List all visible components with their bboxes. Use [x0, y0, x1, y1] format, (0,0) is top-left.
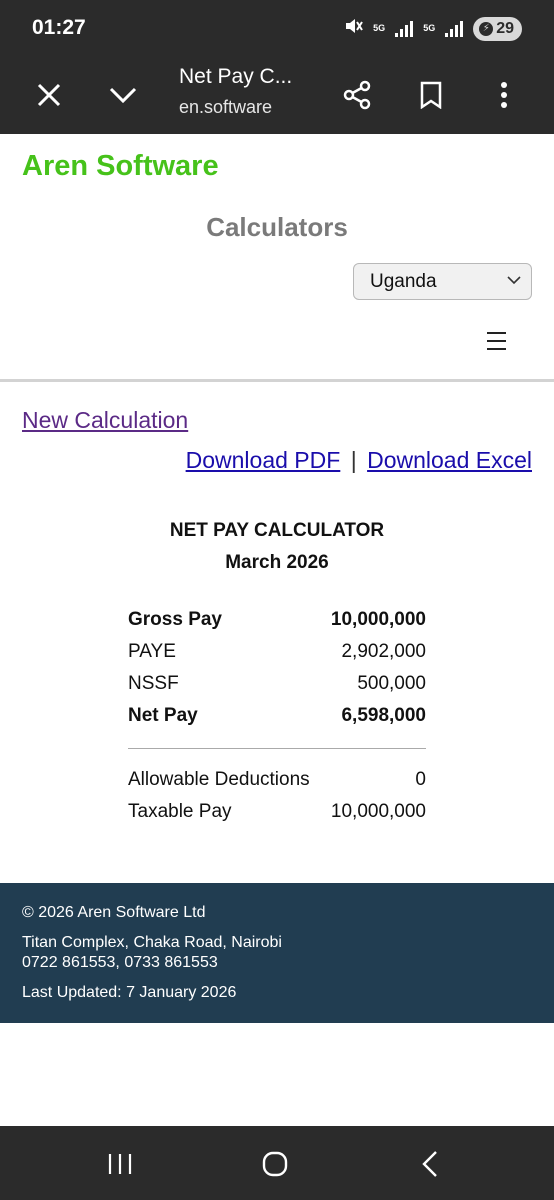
chevron-down-icon — [109, 87, 137, 104]
table-row: NSSF 500,000 — [128, 668, 426, 700]
table-row: Net Pay 6,598,000 — [128, 700, 426, 732]
page-tab-title: Net Pay C... — [179, 65, 293, 88]
row-label: Gross Pay — [128, 609, 222, 630]
back-icon — [422, 1151, 437, 1177]
system-nav-bar — [0, 1126, 554, 1200]
footer-last-updated: Last Updated: 7 January 2026 — [22, 984, 237, 1001]
pay-details: Allowable Deductions 0 Taxable Pay 10,00… — [128, 764, 426, 828]
row-label: PAYE — [128, 641, 176, 662]
status-icons: 5G 5G ⚡ 29 — [343, 16, 522, 41]
hamburger-icon — [487, 332, 509, 350]
network-type-2: 5G — [423, 23, 436, 33]
country-select-value: Uganda — [370, 270, 437, 292]
footer-address: Titan Complex, Chaka Road, Nairobi — [22, 934, 282, 951]
browser-toolbar: Net Pay C... en.software — [0, 56, 554, 134]
share-button[interactable] — [335, 73, 379, 117]
table-row: Allowable Deductions 0 — [128, 764, 426, 796]
signal-icon — [395, 20, 414, 37]
header-divider — [0, 379, 554, 382]
row-label: Net Pay — [128, 705, 198, 726]
row-value: 10,000,000 — [330, 801, 426, 822]
share-icon — [343, 80, 371, 110]
battery-saver-icon: ⚡ — [479, 21, 494, 36]
link-separator: | — [350, 447, 357, 473]
recent-apps-button[interactable] — [98, 1142, 142, 1186]
back-button[interactable] — [408, 1142, 452, 1186]
table-row: PAYE 2,902,000 — [128, 636, 426, 668]
row-value: 500,000 — [357, 673, 426, 694]
mute-icon — [343, 16, 364, 41]
table-row: Gross Pay 10,000,000 — [128, 604, 426, 636]
chevron-down-icon — [507, 276, 521, 285]
status-bar: 01:27 5G 5G ⚡ 29 — [0, 0, 554, 56]
row-value: 0 — [415, 769, 426, 790]
row-label: Allowable Deductions — [128, 769, 310, 790]
page-url: en.software — [179, 97, 273, 117]
table-row: Taxable Pay 10,000,000 — [128, 796, 426, 828]
home-button[interactable] — [253, 1142, 297, 1186]
menu-button[interactable] — [487, 332, 509, 352]
report-title: NET PAY CALCULATOR — [169, 520, 385, 541]
row-value: 6,598,000 — [341, 705, 426, 726]
site-footer: © 2026 Aren Software Ltd Titan Complex, … — [0, 883, 554, 1023]
battery-indicator: ⚡ 29 — [473, 16, 522, 41]
report-period: March 2026 — [225, 552, 329, 573]
country-select[interactable]: Uganda — [353, 263, 532, 300]
download-pdf-link[interactable]: Download PDF — [186, 447, 341, 473]
pay-summary: Gross Pay 10,000,000 PAYE 2,902,000 NSSF… — [128, 604, 426, 732]
bookmark-icon — [420, 81, 442, 109]
row-label: NSSF — [128, 673, 179, 694]
site-brand[interactable]: Aren Software — [22, 150, 219, 183]
footer-phones: 0722 861553, 0733 861553 — [22, 954, 218, 971]
calculators-heading: Calculators — [206, 212, 348, 242]
row-label: Taxable Pay — [128, 801, 232, 822]
footer-copyright: © 2026 Aren Software Ltd — [22, 904, 206, 921]
new-calculation-link[interactable]: New Calculation — [22, 407, 188, 434]
signal-icon — [445, 20, 464, 37]
close-tab-button[interactable] — [27, 73, 71, 117]
minimize-tab-button[interactable] — [101, 73, 145, 117]
download-links: Download PDF | Download Excel — [186, 447, 532, 474]
more-options-button[interactable] — [482, 73, 526, 117]
more-vert-icon — [501, 82, 507, 108]
close-icon — [37, 83, 61, 107]
bookmark-button[interactable] — [409, 73, 453, 117]
row-value: 10,000,000 — [330, 609, 426, 630]
network-type-1: 5G — [373, 23, 386, 33]
row-value: 2,902,000 — [341, 641, 426, 662]
download-excel-link[interactable]: Download Excel — [367, 447, 532, 473]
recent-apps-icon — [108, 1154, 132, 1174]
battery-level: 29 — [496, 19, 514, 37]
home-icon — [262, 1151, 288, 1177]
summary-divider — [128, 748, 426, 749]
status-time: 01:27 — [32, 16, 86, 39]
